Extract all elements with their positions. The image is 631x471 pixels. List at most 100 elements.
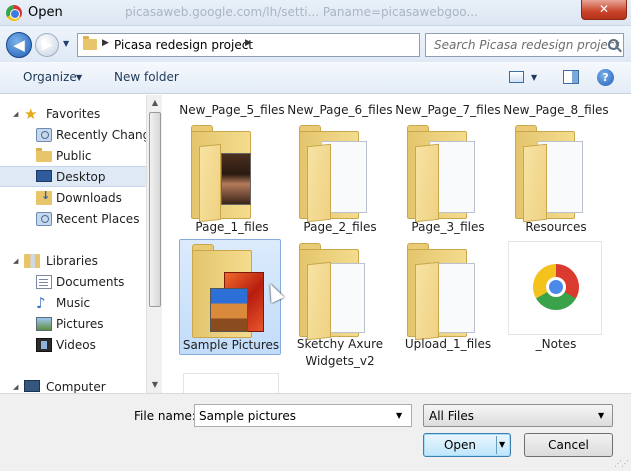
folder-item[interactable]: New_Page_7_files bbox=[395, 95, 500, 121]
help-icon[interactable]: ? bbox=[597, 69, 614, 86]
chevron-down-icon[interactable]: ▼ bbox=[499, 440, 505, 449]
desktop-icon bbox=[36, 170, 52, 182]
search-box[interactable]: Search Picasa redesign project bbox=[425, 33, 624, 57]
folder-name[interactable]: Upload_1_files bbox=[393, 336, 503, 353]
folder-item[interactable]: Sketchy Axure Widgets_v2 bbox=[289, 239, 391, 369]
sidebar-item-downloads[interactable]: Downloads bbox=[0, 188, 147, 209]
file-list: New_Page_5_files New_Page_6_files New_Pa… bbox=[163, 95, 631, 393]
folder-icon bbox=[83, 36, 97, 50]
folder-item[interactable]: Page_3_files bbox=[397, 125, 499, 237]
navigation-pane: ◢ ★ Favorites Recently Change Public Des… bbox=[0, 95, 162, 394]
chevron-down-icon[interactable]: ▼ bbox=[396, 411, 402, 420]
folder-item[interactable]: Page_1_files bbox=[181, 125, 283, 237]
folder-name[interactable]: New_Page_7_files bbox=[393, 102, 503, 119]
sidebar-computer-label: Computer bbox=[46, 380, 106, 394]
file-type-value: All Files bbox=[429, 409, 475, 423]
resize-grip-icon[interactable]: ⋰⋰ bbox=[614, 459, 629, 468]
back-button[interactable]: ◀ bbox=[6, 32, 32, 58]
sidebar-item-music[interactable]: ♪ Music bbox=[0, 293, 147, 314]
expand-arrow-icon[interactable]: ◢ bbox=[13, 110, 18, 118]
videos-icon bbox=[36, 338, 52, 352]
folder-name[interactable]: Resources bbox=[501, 219, 611, 236]
folder-name[interactable]: Sample Pictures bbox=[176, 337, 286, 354]
background-url-text: picasaweb.google.com/lh/setti... Paname=… bbox=[125, 5, 478, 19]
dialog-footer: File name: Sample pictures ▼ All Files ▼… bbox=[0, 393, 631, 471]
recent-places-icon bbox=[36, 128, 52, 142]
chevron-down-icon[interactable]: ▼ bbox=[598, 411, 604, 420]
sidebar-favorites[interactable]: ◢ ★ Favorites bbox=[0, 104, 147, 125]
breadcrumb-chevron-icon[interactable]: ▶ bbox=[102, 38, 109, 48]
chrome-app-icon bbox=[6, 5, 22, 21]
folder-item[interactable]: New_Page_5_files bbox=[179, 95, 284, 121]
computer-icon bbox=[24, 380, 40, 392]
folder-item[interactable]: Page_2_files bbox=[289, 125, 391, 237]
sidebar-item-label: Recent Places bbox=[56, 212, 140, 226]
folder-name[interactable]: Page_1_files bbox=[177, 219, 287, 236]
breadcrumb-chevron-icon[interactable]: ▶ bbox=[245, 38, 252, 48]
expand-arrow-icon[interactable]: ◢ bbox=[13, 257, 18, 265]
folder-name[interactable]: Page_3_files bbox=[393, 219, 503, 236]
pictures-icon bbox=[36, 317, 52, 331]
new-folder-button[interactable]: New folder bbox=[114, 70, 179, 84]
folder-name[interactable]: Sketchy Axure Widgets_v2 bbox=[285, 336, 395, 370]
close-button[interactable]: ✕ bbox=[581, 0, 627, 20]
address-bar[interactable]: ▶ Picasa redesign project ▶ ⇆ bbox=[77, 33, 491, 59]
scroll-up-icon[interactable]: ▲ bbox=[147, 95, 163, 111]
breadcrumb-current-folder[interactable]: Picasa redesign project bbox=[114, 38, 253, 52]
change-view-icon[interactable] bbox=[509, 71, 524, 83]
organize-button[interactable]: Organize bbox=[23, 70, 77, 84]
sidebar-item-recent-places[interactable]: Recent Places bbox=[0, 209, 147, 230]
file-name-input[interactable]: Sample pictures bbox=[199, 409, 296, 423]
navigation-bar: ◀ ▶ ▼ ▶ Picasa redesign project ▶ ⇆ Sear… bbox=[0, 26, 631, 62]
file-name-field[interactable]: Sample pictures ▼ bbox=[194, 404, 412, 427]
recent-pages-dropdown[interactable]: ▼ bbox=[63, 39, 69, 48]
sidebar-item-recently-changed[interactable]: Recently Change bbox=[0, 125, 158, 146]
file-type-select[interactable]: All Files ▼ bbox=[423, 404, 613, 427]
sidebar-item-documents[interactable]: Documents bbox=[0, 272, 147, 293]
folder-name[interactable]: New_Page_5_files bbox=[177, 102, 287, 119]
folder-item[interactable]: New_Page_6_files bbox=[287, 95, 392, 121]
chevron-down-icon[interactable]: ▼ bbox=[531, 73, 537, 82]
sidebar-scrollbar[interactable]: ▲ ▼ bbox=[146, 95, 162, 393]
forward-button[interactable]: ▶ bbox=[35, 33, 59, 57]
search-input[interactable]: Search Picasa redesign project bbox=[434, 38, 619, 52]
sidebar-favorites-label: Favorites bbox=[46, 107, 101, 121]
folder-name[interactable]: New_Page_8_files bbox=[501, 102, 611, 119]
sidebar-item-label: Desktop bbox=[56, 170, 106, 184]
cancel-button[interactable]: Cancel bbox=[524, 433, 613, 457]
folder-item[interactable]: Upload_1_files bbox=[397, 239, 499, 355]
window-title: Open bbox=[28, 5, 63, 20]
sidebar-item-videos[interactable]: Videos bbox=[0, 335, 147, 356]
folder-name[interactable]: New_Page_6_files bbox=[285, 102, 395, 119]
title-bar: Open picasaweb.google.com/lh/setti... Pa… bbox=[0, 0, 631, 26]
command-toolbar: Organize ▼ New folder ▼ ? bbox=[0, 62, 631, 94]
sidebar-item-label: Pictures bbox=[56, 317, 104, 331]
open-button[interactable]: Open ▼ bbox=[423, 433, 511, 457]
sidebar-item-pictures[interactable]: Pictures bbox=[0, 314, 147, 335]
folder-item-selected[interactable]: Sample Pictures bbox=[179, 239, 281, 355]
folder-icon bbox=[36, 148, 52, 162]
recent-places-icon bbox=[36, 212, 52, 226]
search-icon[interactable] bbox=[608, 39, 619, 50]
file-name[interactable]: _Notes bbox=[501, 336, 611, 353]
file-item[interactable] bbox=[183, 373, 279, 393]
preview-pane-icon[interactable] bbox=[563, 70, 579, 84]
folder-name[interactable]: Page_2_files bbox=[285, 219, 395, 236]
file-item-label-wrap: _Notes bbox=[505, 239, 607, 355]
scrollbar-thumb[interactable] bbox=[149, 112, 161, 307]
cancel-button-label[interactable]: Cancel bbox=[525, 438, 612, 452]
sidebar-item-label: Music bbox=[56, 296, 91, 310]
sidebar-item-label: Public bbox=[56, 149, 92, 163]
open-dialog: Open picasaweb.google.com/lh/setti... Pa… bbox=[0, 0, 631, 471]
sidebar-libraries[interactable]: ◢ Libraries bbox=[0, 251, 147, 272]
chevron-down-icon[interactable]: ▼ bbox=[76, 73, 82, 82]
folder-item[interactable]: New_Page_8_files bbox=[503, 95, 608, 121]
sidebar-item-desktop[interactable]: Desktop bbox=[0, 166, 147, 187]
sidebar-item-public[interactable]: Public bbox=[0, 146, 147, 167]
sidebar-item-label: Recently Change bbox=[56, 128, 158, 142]
scroll-down-icon[interactable]: ▼ bbox=[147, 377, 163, 393]
sidebar-item-label: Videos bbox=[56, 338, 96, 352]
expand-arrow-icon[interactable]: ◢ bbox=[13, 383, 18, 391]
open-button-label[interactable]: Open bbox=[424, 438, 496, 452]
folder-item[interactable]: Resources bbox=[505, 125, 607, 237]
